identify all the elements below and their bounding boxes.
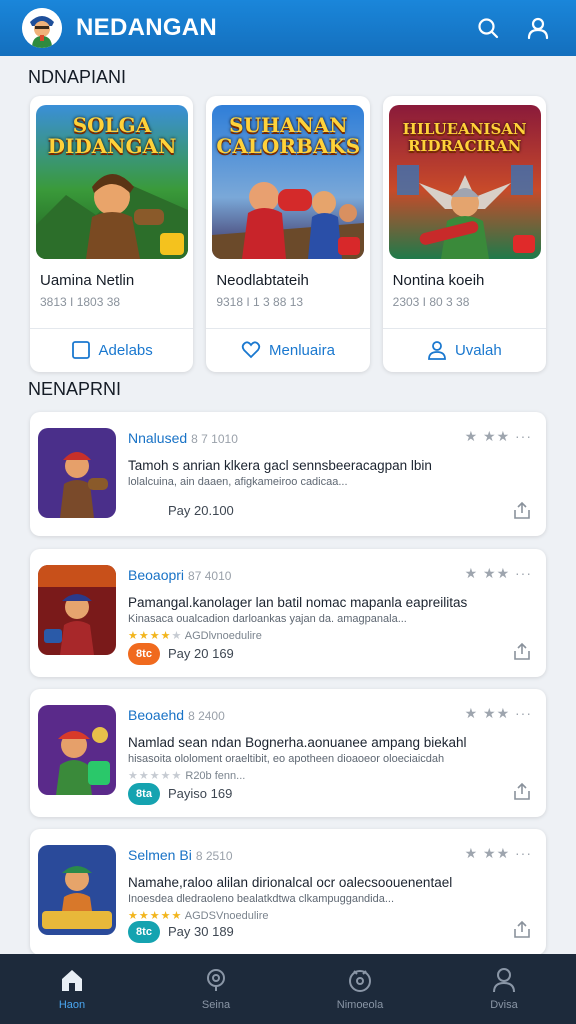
tab-discover[interactable]: Nimoeola [288,954,432,1024]
game-meta: 2303 I 80 3 38 [392,295,470,309]
game-title: Selmen Bi 8 2510 [128,847,233,863]
share-icon[interactable] [512,500,532,520]
list-item[interactable]: Beoaehd 8 2400 ★ ★★ ··· Namlad sean ndan … [30,689,546,817]
game-cover-art: SOLGA DIDANGAN [36,105,188,259]
game-thumbnail [38,428,116,518]
card-action-label: Menluaira [269,341,335,359]
share-icon[interactable] [512,919,532,939]
card-action-button[interactable]: Menluaira [206,334,369,366]
game-id: 8 2510 [195,849,233,863]
heart-icon [241,341,261,359]
status-badge: 8tc [128,643,160,665]
checkbox-icon [71,341,90,359]
star-rating-icon: ★★★★ [128,630,172,642]
tab-label: Seina [201,999,231,1011]
share-icon[interactable] [512,641,532,661]
rating-stars-icon[interactable]: ★ ★★ ··· [465,428,532,445]
card-action-label: Uvalah [454,341,502,359]
game-title: Beoaopri 87 4010 [128,567,232,583]
game-title: Nontina koeih [392,272,485,289]
user-icon [527,17,549,40]
game-description: Namahe,raloo alilan dirionalcal ocr oale… [128,875,453,890]
game-id: 8 2400 [188,709,225,723]
app-title: NEDANGAN [76,14,218,41]
game-thumbnail [38,705,116,795]
list-item[interactable]: Selmen Bi 8 2510 ★ ★★ ··· Namahe,raloo al… [30,829,546,955]
game-subdescription: Kinasaca oualcadion darloankas yajan da.… [128,613,407,625]
game-price: Payiso 169 [168,786,233,801]
game-cover-art: HILUEANISAN RIDRACIRAN [388,105,541,259]
card-divider [382,328,546,329]
game-description: Namlad sean ndan Bognerha.aonuanee ampan… [128,735,467,750]
rating-stars-icon[interactable]: ★ ★★ ··· [465,845,532,862]
star-rating-icon: ★★★★★ [128,770,183,782]
game-id: 8 7 1010 [191,432,238,446]
game-rating: ★★★★★ R20b fenn... [128,770,246,782]
game-title: Neodlabtateih [216,272,309,289]
game-rating: ★★★★★ AGDlvnoedulire [128,630,262,642]
tab-label: Nimoeola [336,999,384,1011]
game-meta: 9318 I 1 3 88 13 [216,295,304,309]
search-icon [207,969,225,991]
game-price: Pay 20.100 [168,503,234,518]
share-icon[interactable] [512,781,532,801]
game-cover-title: SUHANAN CALORBAKS [216,113,361,158]
status-badge: 8ta [136,505,152,517]
card-action-label: Adelabs [98,341,153,359]
app-bar: NEDANGAN [0,0,576,56]
game-character-logo-icon[interactable] [22,8,62,48]
featured-card[interactable]: SUHANAN CALORBAKS Neodlabtateih 9318 I 1… [206,96,370,372]
rating-stars-icon[interactable]: ★ ★★ ··· [465,565,532,582]
account-button[interactable] [516,6,560,50]
game-thumbnail [38,845,116,935]
game-subdescription: hisasoita ololoment oraeltibit, eo apoth… [128,753,445,765]
tab-home[interactable]: Haon [0,954,144,1024]
game-title: Beoaehd 8 2400 [128,707,225,723]
user-icon [428,341,446,360]
rating-stars-icon[interactable]: ★ ★★ ··· [465,705,532,722]
card-divider [206,328,370,329]
card-action-button[interactable]: Uvalah [383,334,546,366]
status-badge: 8ta [128,783,160,805]
bottom-tab-bar: Haon Seina Nimoeola Dvisa [0,954,576,1024]
profile-icon [493,968,515,993]
tab-search[interactable]: Seina [144,954,288,1024]
tab-label: Haon [58,999,86,1011]
game-thumbnail [38,565,116,655]
game-subdescription: Inoesdea dledraoleno bealatkdtwa clkampu… [128,893,395,905]
game-cover-art: SUHANAN CALORBAKS [212,105,365,259]
game-title: Nnalused 8 7 1010 [128,430,238,446]
list-item[interactable]: Nnalused 8 7 1010 ★ ★★ ··· Tamoh s anrian… [30,412,546,536]
list-section-title: NENAPRNI [28,379,122,399]
card-divider [30,328,194,329]
game-price: Pay 30 189 [168,924,234,939]
featured-card[interactable]: HILUEANISAN RIDRACIRAN Nontina koeih 230… [382,96,546,372]
featured-carousel: SOLGA DIDANGAN Uamina Netlin 3813 I 1803… [30,96,546,372]
game-meta: 3813 I 1803 38 [40,295,121,309]
game-description: Pamangal.kanolager lan batil nomac mapan… [128,595,468,610]
compass-icon [349,970,371,992]
game-price: Pay 20 169 [168,646,234,661]
game-description: Tamoh s anrian klkera gacl sennsbeeracag… [128,458,432,473]
home-icon [62,970,82,991]
search-icon [478,18,499,39]
game-subdescription: lolalcuina, ain daaen, afigkameiroo cadi… [128,476,348,488]
card-action-button[interactable]: Adelabs [30,334,193,366]
search-button[interactable] [466,6,510,50]
game-cover-title: HILUEANISAN RIDRACIRAN [402,120,527,155]
featured-card[interactable]: SOLGA DIDANGAN Uamina Netlin 3813 I 1803… [30,96,194,372]
status-badge: 8tc [128,921,160,943]
featured-section-title: NDNAPIANI [28,67,127,87]
tab-label: Dvisa [490,999,518,1011]
tab-profile[interactable]: Dvisa [432,954,576,1024]
game-cover-title: SOLGA DIDANGAN [47,113,177,158]
list-item[interactable]: Beoaopri 87 4010 ★ ★★ ··· Pamangal.kanola… [30,549,546,677]
game-id: 87 4010 [188,569,232,583]
game-title: Uamina Netlin [40,272,135,289]
